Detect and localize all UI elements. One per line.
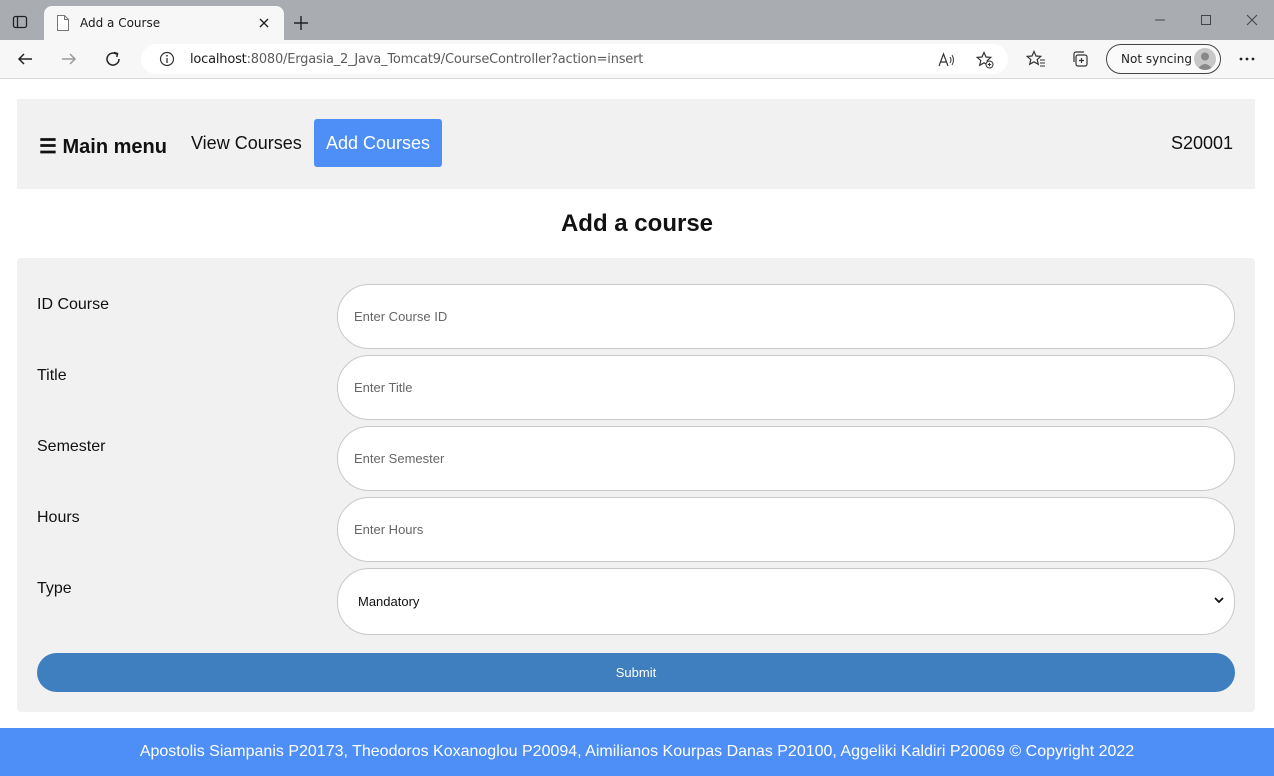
favorites-icon[interactable] (1026, 49, 1046, 69)
back-arrow-icon[interactable] (14, 48, 36, 70)
hours-label: Hours (37, 509, 80, 526)
minimize-icon[interactable] (1150, 12, 1170, 28)
title-label: Title (37, 367, 67, 384)
refresh-icon[interactable] (102, 48, 124, 70)
type-label: Type (37, 580, 72, 597)
submit-button[interactable]: Submit (37, 653, 1235, 692)
close-tab-icon[interactable] (256, 15, 272, 31)
id-course-input[interactable] (337, 284, 1235, 349)
nav-add-courses[interactable]: Add Courses (314, 119, 443, 167)
forward-arrow-icon[interactable] (58, 48, 80, 70)
type-select[interactable]: Mandatory (337, 568, 1235, 635)
semester-input[interactable] (337, 426, 1235, 491)
tab-actions-icon[interactable] (10, 12, 30, 32)
id-course-label: ID Course (37, 296, 110, 313)
address-bar[interactable]: localhost:8080/Ergasia_2_Java_Tomcat9/Co… (141, 44, 1008, 74)
url-text: localhost:8080/Ergasia_2_Java_Tomcat9/Co… (190, 51, 644, 67)
add-favorite-icon[interactable] (976, 51, 994, 69)
semester-label: Semester (37, 438, 106, 455)
site-info-icon[interactable] (159, 51, 175, 67)
read-aloud-icon[interactable] (938, 51, 956, 69)
page-title: Add a course (560, 210, 714, 237)
more-options-icon[interactable] (1237, 50, 1257, 68)
browser-toolbar: localhost:8080/Ergasia_2_Java_Tomcat9/Co… (0, 40, 1274, 79)
footer: Apostolis Siampanis P20173, Theodoros Ko… (0, 728, 1274, 776)
page-icon (57, 15, 69, 31)
nav-view-courses[interactable]: View Courses (179, 119, 314, 167)
browser-tab[interactable]: Add a Course (44, 6, 284, 40)
browser-tab-strip: Add a Course (0, 0, 1274, 40)
top-navbar: ☰ Main menu View Courses Add Courses S20… (17, 99, 1255, 189)
profile-sync-button[interactable]: Not syncing (1106, 44, 1221, 74)
sync-status-label: Not syncing (1121, 52, 1192, 66)
maximize-icon[interactable] (1196, 12, 1216, 28)
new-tab-icon[interactable] (290, 12, 312, 34)
user-id: S20001 (1170, 133, 1233, 153)
collections-icon[interactable] (1070, 49, 1090, 69)
tab-title: Add a Course (80, 16, 161, 30)
footer-copyright: Apostolis Siampanis P20173, Theodoros Ko… (139, 743, 1135, 760)
close-window-icon[interactable] (1242, 12, 1262, 28)
title-input[interactable] (337, 355, 1235, 420)
add-course-form: ID Course Title Semester Hours Type Mand… (17, 258, 1255, 712)
profile-avatar-icon (1194, 48, 1216, 70)
hours-input[interactable] (337, 497, 1235, 562)
page-content: ☰ Main menu View Courses Add Courses S20… (0, 80, 1274, 776)
main-menu-link[interactable]: ☰ Main menu (39, 134, 167, 159)
type-select-wrapper: Mandatory (337, 568, 1235, 635)
